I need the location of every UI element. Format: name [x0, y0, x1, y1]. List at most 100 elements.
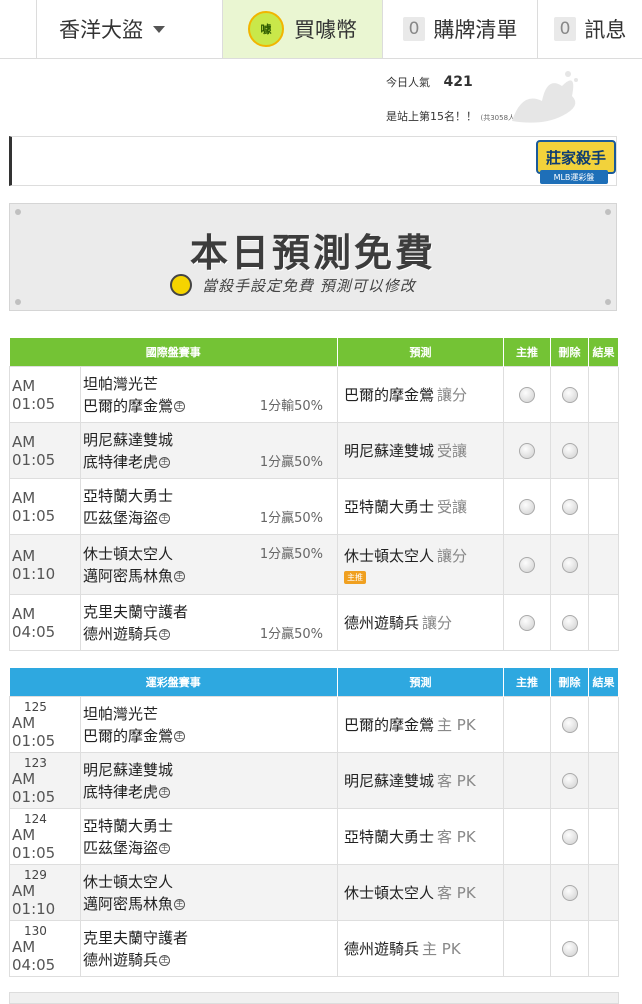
delete-cell	[550, 478, 589, 535]
featured-cell	[503, 696, 551, 753]
away-team-name: 休士頓太空人	[83, 544, 174, 563]
prediction-team: 巴爾的摩金鶯	[344, 386, 435, 404]
home-team: 邁阿密馬林魚主	[81, 893, 337, 915]
featured-cell	[503, 422, 551, 479]
lightbulb-icon	[170, 274, 192, 296]
rivet-icon	[605, 209, 611, 215]
prediction-type: 主 PK	[422, 940, 461, 958]
delete-radio[interactable]	[561, 386, 578, 403]
home-team: 德州遊騎兵主	[81, 949, 337, 971]
game-time: AM 01:10	[12, 881, 56, 918]
cart-label: 購牌清單	[433, 18, 518, 42]
odds-text: 1分輸50%	[259, 399, 323, 414]
col-header-featured: 主推	[503, 668, 551, 697]
popularity-label: 今日人氣	[386, 76, 430, 89]
delete-cell	[550, 920, 589, 977]
game-code: 123	[24, 755, 47, 770]
messages-tab[interactable]: 0 訊息	[537, 0, 642, 58]
featured-radio[interactable]	[519, 386, 535, 403]
col-header-featured: 主推	[503, 338, 551, 367]
game-code-time: 125 AM 01:05	[9, 696, 81, 753]
result-cell	[588, 594, 619, 651]
result-cell	[588, 808, 619, 865]
home-team-name: 匹茲堡海盜	[83, 838, 159, 857]
game-code-time: 123 AM 01:05	[9, 752, 81, 809]
game-time: AM 01:05	[9, 366, 81, 423]
delete-radio[interactable]	[561, 940, 578, 957]
prediction-cell: 休士頓太空人 讓分 主推	[337, 534, 504, 595]
game-code: 125	[24, 699, 47, 714]
delete-radio[interactable]	[561, 442, 578, 459]
delete-cell	[550, 752, 589, 809]
delete-radio[interactable]	[561, 772, 578, 789]
featured-cell	[503, 808, 551, 865]
odds-text: 1分贏50%	[259, 455, 323, 470]
col-header-games: 運彩盤賽事	[9, 668, 338, 697]
prediction-cell: 巴爾的摩金鶯 讓分	[337, 366, 504, 423]
delete-radio[interactable]	[561, 828, 578, 845]
cart-tab[interactable]: 0 購牌清單	[382, 0, 537, 58]
home-marker: 主	[174, 730, 186, 742]
featured-radio[interactable]	[519, 556, 535, 573]
user-menu-dropdown[interactable]: 香洋大盜	[36, 0, 222, 58]
away-team-name: 休士頓太空人	[83, 872, 174, 891]
home-marker: 主	[159, 512, 171, 524]
user-name: 香洋大盜	[59, 18, 143, 42]
buy-coins-tab[interactable]: 噱 買噱幣	[222, 0, 382, 58]
game-code-time: 130 AM 04:05	[9, 920, 81, 977]
away-team-name: 亞特蘭大勇士	[83, 486, 174, 505]
table-row: AM 04:05 克里夫蘭守護者 德州遊騎兵主 1分贏50% 德州遊騎兵 讓分	[9, 594, 619, 651]
game-time: AM 01:05	[12, 825, 56, 862]
result-cell	[588, 366, 619, 423]
table-row: 124 AM 01:05 亞特蘭大勇士 匹茲堡海盜主亞特蘭大勇士客 PK	[9, 808, 619, 865]
game-code-time: 124 AM 01:05	[9, 808, 81, 865]
table-row: AM 01:05 亞特蘭大勇士 匹茲堡海盜主 1分贏50% 亞特蘭大勇士 受讓	[9, 478, 619, 535]
away-team: 坦帕灣光芒	[81, 703, 337, 725]
delete-radio[interactable]	[561, 556, 578, 573]
featured-radio[interactable]	[519, 614, 535, 631]
game-time: AM 01:05	[12, 769, 56, 806]
prediction-cell: 明尼蘇達雙城 受讓	[337, 422, 504, 479]
delete-radio[interactable]	[561, 614, 578, 631]
lottery-games-table: 運彩盤賽事 預測 主推 刪除 結果 125 AM 01:05 坦帕灣光芒 巴爾的摩金鶯…	[9, 668, 619, 977]
odds-text: 1分贏50%	[259, 547, 323, 562]
featured-cell	[503, 594, 551, 651]
table-row: AM 01:10 休士頓太空人 邁阿密馬林魚主 1分贏50% 休士頓太空人 讓分 主推	[9, 534, 619, 595]
featured-radio[interactable]	[519, 442, 535, 459]
away-team-name: 克里夫蘭守護者	[83, 928, 189, 947]
table-row: 130 AM 04:05 克里夫蘭守護者德州遊騎兵主德州遊騎兵 主 PK	[9, 920, 619, 977]
prediction-type: 受讓	[437, 442, 468, 460]
next-section-edge	[9, 992, 619, 1004]
away-team-name: 克里夫蘭守護者	[83, 602, 189, 621]
intl-games-table: 國際盤賽事 預測 主推 刪除 結果 AM 01:05 坦帕灣光芒 巴爾的摩金鶯主 1分…	[9, 338, 619, 651]
delete-radio[interactable]	[561, 716, 578, 733]
game-code-time: 129 AM 01:10	[9, 864, 81, 921]
home-marker: 主	[159, 786, 171, 798]
badge-title: 莊家殺手	[536, 140, 616, 174]
badge-subtitle: MLB運彩盤	[540, 170, 608, 184]
prediction-team: 休士頓太空人	[344, 884, 435, 902]
away-team: 坦帕灣光芒	[81, 373, 337, 395]
away-team-name: 坦帕灣光芒	[83, 374, 159, 393]
away-team-name: 明尼蘇達雙城	[83, 430, 174, 449]
delete-cell	[550, 696, 589, 753]
result-cell	[588, 422, 619, 479]
home-team-name: 德州遊騎兵	[83, 950, 159, 969]
prediction-team: 亞特蘭大勇士	[344, 498, 435, 516]
delete-radio[interactable]	[561, 884, 578, 901]
prediction-team: 休士頓太空人	[344, 547, 435, 565]
home-team-name: 巴爾的摩金鶯	[83, 396, 174, 415]
delete-radio[interactable]	[561, 498, 578, 515]
col-header-delete: 刪除	[550, 338, 589, 367]
delete-cell	[550, 422, 589, 479]
prediction-cell: 巴爾的摩金鶯主 PK	[337, 696, 504, 753]
result-cell	[588, 752, 619, 809]
prediction-type: 讓分	[437, 547, 468, 565]
prediction-type: 主 PK	[437, 716, 476, 734]
prediction-cell: 明尼蘇達雙城客 PK	[337, 752, 504, 809]
matchup-cell: 明尼蘇達雙城 底特律老虎主	[80, 752, 338, 809]
prediction-team: 明尼蘇達雙城	[344, 442, 435, 460]
featured-cell	[503, 920, 551, 977]
away-team: 明尼蘇達雙城	[81, 429, 337, 451]
featured-radio[interactable]	[519, 498, 535, 515]
